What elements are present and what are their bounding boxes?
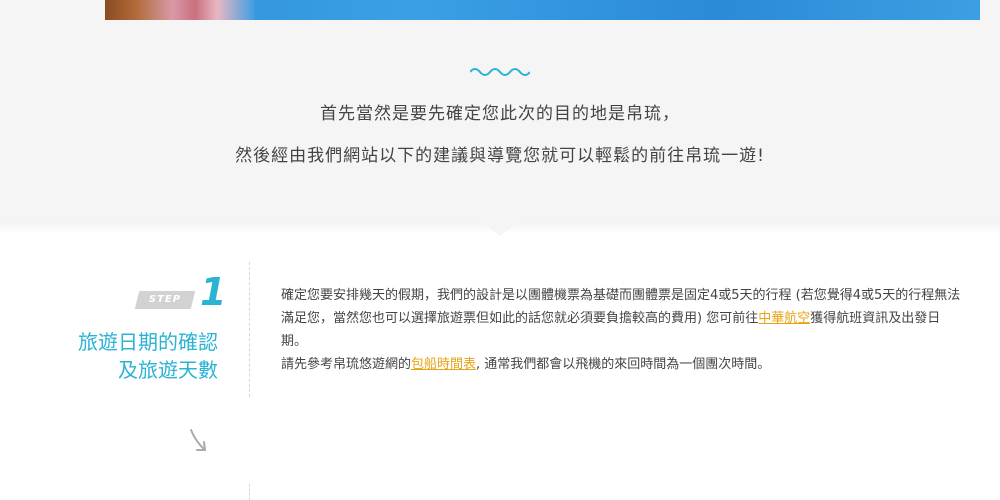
- step-title: 旅遊日期的確認 及旅遊天數: [20, 328, 218, 384]
- intro-section: 首先當然是要先確定您此次的目的地是帛琉， 然後經由我們網站以下的建議與導覽您就可…: [0, 0, 1000, 220]
- charter-schedule-link[interactable]: 包船時間表: [411, 357, 476, 372]
- step-badge: STEP: [134, 291, 196, 309]
- wave-divider-icon: [470, 68, 530, 76]
- step-content: 確定您要安排幾天的假期，我們的設計是以團體機票為基礎而團體票是固定4或5天的行程…: [281, 284, 961, 376]
- step-paragraph-2-text: 請先參考帛琉悠遊網的: [281, 357, 412, 372]
- section-pointer: [480, 220, 520, 236]
- timeline-divider: [249, 262, 250, 397]
- hero-image: [105, 0, 980, 20]
- step-title-line-2: 及旅遊天數: [118, 358, 218, 382]
- arrow-down-right-icon: [190, 429, 206, 451]
- step-paragraph-2: 請先參考帛琉悠遊網的包船時間表, 通常我們都會以飛機的來回時間為一個團次時間。: [281, 353, 961, 376]
- step-paragraph-1: 確定您要安排幾天的假期，我們的設計是以團體機票為基礎而團體票是固定4或5天的行程…: [281, 284, 961, 353]
- step-title-line-1: 旅遊日期的確認: [78, 330, 218, 354]
- step-number: 1: [200, 270, 227, 314]
- intro-text-line-2: 然後經由我們網站以下的建議與導覽您就可以輕鬆的前往帛琉一遊!: [235, 146, 765, 166]
- step-badge-label: STEP: [148, 294, 182, 305]
- hero-image-person: [105, 0, 255, 20]
- timeline-divider-lower: [249, 484, 250, 500]
- intro-text-line-1: 首先當然是要先確定您此次的目的地是帛琉，: [320, 104, 680, 124]
- step-paragraph-2-tail: , 通常我們都會以飛機的來回時間為一個團次時間。: [476, 357, 771, 372]
- china-airlines-link[interactable]: 中華航空: [758, 311, 810, 326]
